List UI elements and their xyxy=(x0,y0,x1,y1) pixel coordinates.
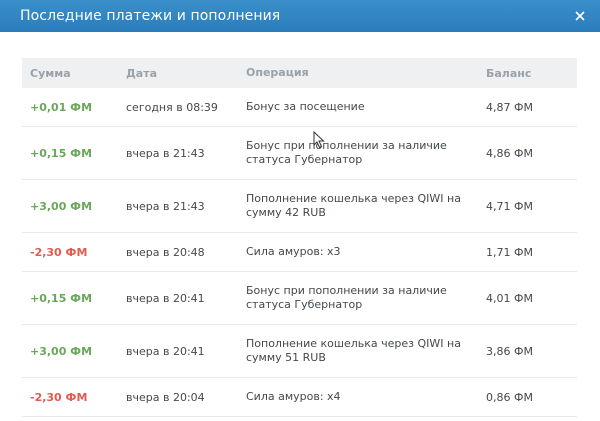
row-amount: -2,30 ФМ xyxy=(30,390,88,404)
row-date: вчера в 20:48 xyxy=(126,245,205,259)
row-amount: +3,00 ФМ xyxy=(30,199,93,213)
table-row: -2,30 ФМ вчера в 20:48 Сила амуров: x3 1… xyxy=(22,233,577,272)
row-operation: Пополнение кошелька через QIWI на сумму … xyxy=(238,192,478,220)
row-operation-line: Сила амуров: x3 xyxy=(246,245,341,258)
row-date: вчера в 20:04 xyxy=(126,390,205,404)
row-amount: +0,15 ФМ xyxy=(30,146,93,160)
row-operation-line: сумму 51 RUB xyxy=(246,351,326,364)
payments-table: Сумма Дата Операция Баланс +0,01 ФМ сего… xyxy=(22,58,577,417)
row-balance: 4,01 ФМ xyxy=(486,291,533,305)
row-amount: +0,01 ФМ xyxy=(30,100,93,114)
table-row: +3,00 ФМ вчера в 21:43 Пополнение кошель… xyxy=(22,180,577,233)
row-operation-line: Пополнение кошелька через QIWI на xyxy=(246,337,461,350)
row-operation-line: Сила амуров: x4 xyxy=(246,390,341,403)
row-date: вчера в 21:43 xyxy=(126,199,205,213)
row-amount: +3,00 ФМ xyxy=(30,344,93,358)
table-row: +0,15 ФМ вчера в 21:43 Бонус при пополне… xyxy=(22,127,577,180)
row-operation-line: Бонус при пополнении за наличие xyxy=(246,284,447,297)
row-balance: 4,87 ФМ xyxy=(486,100,533,114)
column-header-balance: Баланс xyxy=(486,66,532,80)
column-header-amount: Сумма xyxy=(30,66,71,80)
row-operation-line: Пополнение кошелька через QIWI на xyxy=(246,192,461,205)
close-icon xyxy=(575,11,585,21)
row-operation: Бонус при пополнении за наличие статуса … xyxy=(238,139,478,167)
row-balance: 1,71 ФМ xyxy=(486,245,533,259)
row-operation-line: сумму 42 RUB xyxy=(246,206,326,219)
row-operation: Пополнение кошелька через QIWI на сумму … xyxy=(238,337,478,365)
table-header: Сумма Дата Операция Баланс xyxy=(22,58,577,88)
row-operation-line: статуса Губернатор xyxy=(246,298,363,311)
table-row: -2,30 ФМ вчера в 20:04 Сила амуров: x4 0… xyxy=(22,378,577,417)
row-balance: 3,86 ФМ xyxy=(486,344,533,358)
row-operation: Бонус за посещение xyxy=(238,100,478,114)
row-amount: -2,30 ФМ xyxy=(30,245,88,259)
row-operation-line: Бонус при пополнении за наличие xyxy=(246,139,447,152)
row-amount: +0,15 ФМ xyxy=(30,291,93,305)
row-operation: Сила амуров: x4 xyxy=(238,390,478,404)
column-header-date: Дата xyxy=(126,66,158,80)
table-row: +0,15 ФМ вчера в 20:41 Бонус при пополне… xyxy=(22,272,577,325)
table-row: +3,00 ФМ вчера в 20:41 Пополнение кошель… xyxy=(22,325,577,378)
row-operation-line: статуса Губернатор xyxy=(246,153,363,166)
row-balance: 0,86 ФМ xyxy=(486,390,533,404)
column-header-operation: Операция xyxy=(246,66,309,79)
close-button[interactable] xyxy=(572,8,588,24)
row-operation-line: Бонус за посещение xyxy=(246,100,365,113)
row-date: вчера в 20:41 xyxy=(126,344,205,358)
row-operation: Бонус при пополнении за наличие статуса … xyxy=(238,284,478,312)
mouse-cursor-icon xyxy=(313,131,325,149)
row-balance: 4,86 ФМ xyxy=(486,146,533,160)
row-date: сегодня в 08:39 xyxy=(126,100,218,114)
dialog-title: Последние платежи и пополнения xyxy=(20,8,281,24)
table-row: +0,01 ФМ сегодня в 08:39 Бонус за посеще… xyxy=(22,88,577,127)
row-operation: Сила амуров: x3 xyxy=(238,245,478,259)
dialog-header: Последние платежи и пополнения xyxy=(0,0,600,32)
row-date: вчера в 20:41 xyxy=(126,291,205,305)
row-balance: 4,71 ФМ xyxy=(486,199,533,213)
payments-dialog: Последние платежи и пополнения Сумма Дат… xyxy=(0,0,600,421)
row-date: вчера в 21:43 xyxy=(126,146,205,160)
